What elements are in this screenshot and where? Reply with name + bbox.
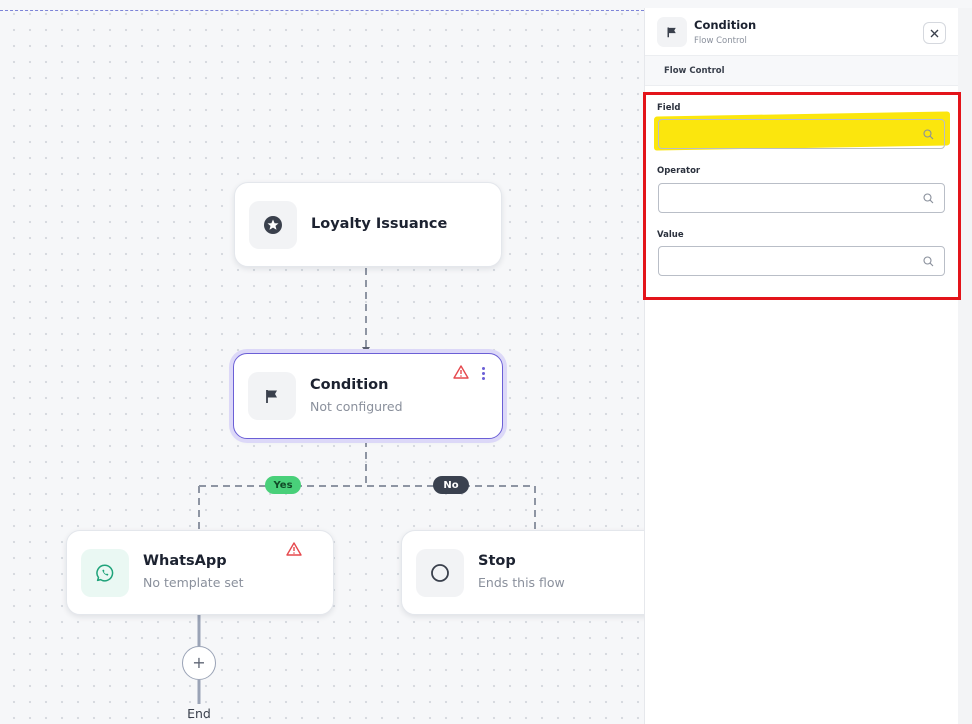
close-icon xyxy=(930,29,939,37)
flag-icon xyxy=(248,372,296,420)
tab-flow-control[interactable]: Flow Control xyxy=(645,56,959,86)
more-vertical-icon[interactable] xyxy=(480,366,486,380)
panel-header: Condition Flow Control xyxy=(645,8,959,56)
panel-title: Condition xyxy=(694,18,757,32)
loyalty-issuance-node[interactable]: Loyalty Issuance xyxy=(234,182,502,267)
close-button[interactable] xyxy=(923,22,946,44)
star-badge-icon xyxy=(249,201,297,249)
end-label: End xyxy=(187,706,211,721)
node-subtitle: No template set xyxy=(143,575,244,590)
node-subtitle: Not configured xyxy=(310,399,403,414)
annotation-highlight-box xyxy=(643,92,961,300)
node-title: Condition xyxy=(310,377,389,393)
circle-icon xyxy=(416,549,464,597)
whatsapp-icon xyxy=(81,549,129,597)
branch-yes-badge: Yes xyxy=(265,476,301,494)
stop-node[interactable]: Stop Ends this flow xyxy=(401,530,661,615)
flag-icon xyxy=(657,17,687,47)
condition-node[interactable]: Condition Not configured xyxy=(233,353,503,439)
node-title: Loyalty Issuance xyxy=(311,216,448,232)
node-title: Stop xyxy=(478,553,516,569)
tab-label: Flow Control xyxy=(664,66,725,76)
node-title: WhatsApp xyxy=(143,553,227,569)
warning-icon xyxy=(453,364,469,379)
add-step-button[interactable]: + xyxy=(182,646,216,680)
warning-icon xyxy=(286,541,302,556)
panel-subtitle: Flow Control xyxy=(694,36,747,46)
branch-no-badge: No xyxy=(433,476,469,494)
node-subtitle: Ends this flow xyxy=(478,575,565,590)
whatsapp-node[interactable]: WhatsApp No template set xyxy=(66,530,334,615)
